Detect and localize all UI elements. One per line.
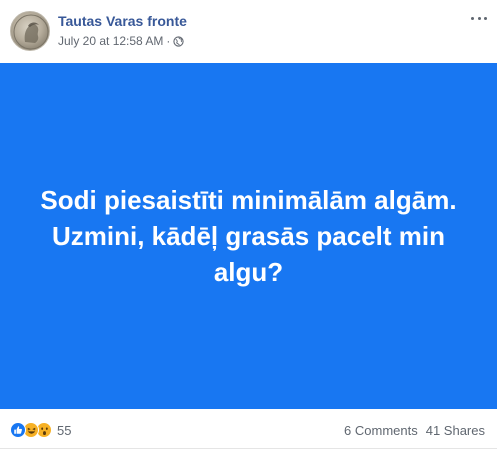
post-header: Tautas Varas fronte July 20 at 12:58 AM …: [0, 0, 497, 62]
engagement-counts: 6 Comments 41 Shares: [344, 423, 485, 438]
more-dot: [471, 16, 474, 20]
shares-count-link[interactable]: 41 Shares: [426, 423, 485, 438]
page-name-link[interactable]: Tautas Varas fronte: [58, 13, 187, 29]
coin-portrait-icon: [13, 14, 49, 50]
facebook-post: Tautas Varas fronte July 20 at 12:58 AM …: [0, 0, 497, 449]
globe-icon[interactable]: [173, 35, 185, 47]
more-options-icon[interactable]: [469, 10, 489, 26]
like-icon: [10, 422, 26, 438]
more-dot: [484, 16, 487, 20]
meta-separator: ·: [166, 34, 171, 48]
comments-count-link[interactable]: 6 Comments: [344, 423, 418, 438]
post-timestamp[interactable]: July 20 at 12:58 AM: [58, 34, 163, 48]
post-text: Sodi piesaistīti minimālām algām. Uzmini…: [40, 185, 457, 287]
more-dot: [477, 16, 481, 20]
reaction-count: 55: [57, 422, 72, 438]
page-avatar[interactable]: [10, 11, 50, 51]
post-text-card[interactable]: Sodi piesaistīti minimālām algām. Uzmini…: [0, 63, 497, 409]
post-meta: July 20 at 12:58 AM ·: [58, 34, 185, 48]
post-footer: 55 6 Comments 41 Shares: [0, 409, 497, 449]
reactions-summary[interactable]: 55: [10, 422, 71, 438]
